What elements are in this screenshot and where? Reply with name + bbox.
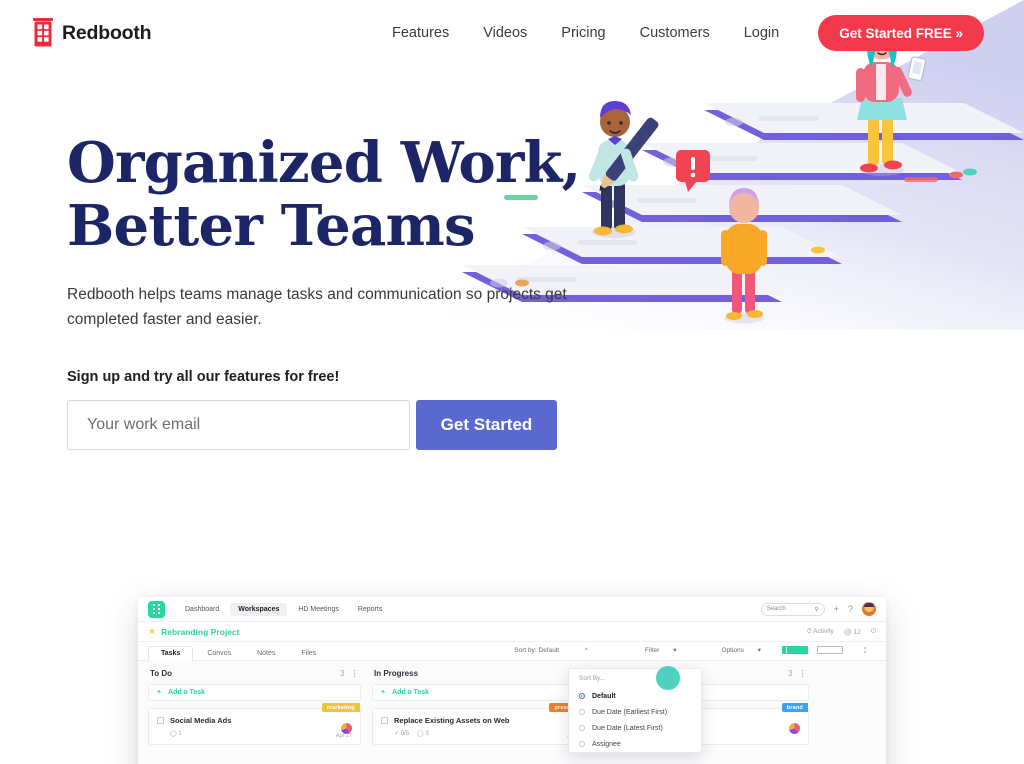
app-nav-hd-meetings[interactable]: HD Meetings — [290, 603, 346, 616]
search-icon: ⚲ — [814, 606, 819, 613]
headline-line-1: Organized Work, — [67, 130, 581, 196]
person-icon: ⚪ — [843, 628, 852, 636]
checklist-count: ✓ 0/5 — [394, 731, 410, 737]
sort-by-button[interactable]: Sort by: Default ^ — [490, 644, 612, 657]
add-task-button[interactable]: + Add a Task — [148, 684, 361, 701]
task-meta: ◯ 1 — [170, 730, 352, 737]
signup-prompt: Sign up and try all our features for fre… — [67, 369, 340, 386]
site-header: Redbooth Features Videos Pricing Custome… — [0, 0, 1024, 66]
comment-count: ◯ 3 — [417, 731, 429, 737]
comment-count: ◯ 1 — [170, 731, 182, 737]
app-nav-dashboard[interactable]: Dashboard — [177, 603, 227, 616]
radio-icon — [579, 709, 585, 715]
cursor-indicator — [656, 666, 680, 690]
task-title: Social Media Ads — [170, 716, 232, 725]
main-navigation: Features Videos Pricing Customers Login … — [375, 15, 984, 51]
app-screenshot-mockup: Dashboard Workspaces HD Meetings Reports… — [138, 597, 886, 764]
redbooth-app-icon — [148, 600, 165, 618]
column-menu-icon[interactable]: ⋮ — [351, 669, 360, 678]
task-title: Replace Existing Assets on Web — [394, 716, 510, 725]
email-field[interactable] — [67, 400, 410, 451]
column-title: To Do — [150, 669, 173, 678]
column-header: To Do 3 ⋮ — [148, 669, 361, 684]
get-started-button[interactable]: Get Started — [416, 400, 557, 451]
options-button[interactable]: Options ▾ — [698, 643, 773, 657]
nav-link-pricing[interactable]: Pricing — [544, 19, 622, 47]
plus-icon: + — [157, 689, 162, 696]
column-menu-icon[interactable]: ⋮ — [799, 669, 808, 678]
sort-option-due-latest[interactable]: Due Date (Latest First) — [569, 720, 701, 736]
board-toolbar: Sort by: Default ^ Filter ▾ Options ▾ — [490, 643, 876, 660]
tab-convos[interactable]: Convos — [195, 647, 243, 660]
app-project-bar: ★ Rebranding Project ⏱ Activity ⚪ 12 ⏻ — [138, 622, 886, 642]
tab-files[interactable]: Files — [289, 647, 328, 660]
star-icon[interactable]: ★ — [148, 626, 156, 637]
task-assignee-avatar[interactable] — [789, 723, 800, 734]
sort-by-dropdown: Sort By... Default Due Date (Earliest Fi… — [568, 668, 702, 753]
column-view-icon[interactable] — [817, 646, 843, 654]
board-column-in-progress: In Progress + Add a Task pressing Replac… — [372, 669, 585, 764]
tab-notes[interactable]: Notes — [245, 647, 287, 660]
filter-button[interactable]: Filter ▾ — [621, 643, 689, 657]
phone-booth-icon — [33, 18, 53, 48]
avatar[interactable] — [862, 602, 876, 616]
board-column-todo: To Do 3 ⋮ + Add a Task marketing Social … — [148, 669, 361, 764]
add-task-button[interactable]: + Add a Task — [372, 684, 585, 701]
list-view-icon[interactable] — [852, 646, 876, 654]
task-tag: marketing — [321, 703, 360, 712]
app-search-label: Search — [766, 606, 786, 612]
app-nav-reports[interactable]: Reports — [350, 603, 391, 616]
app-tabs: Tasks Convos Notes Files Sort by: Defaul… — [138, 642, 886, 661]
app-top-bar: Dashboard Workspaces HD Meetings Reports… — [138, 597, 886, 622]
task-checkbox[interactable] — [157, 717, 164, 724]
sort-option-assignee[interactable]: Assignee — [569, 736, 701, 752]
radio-icon — [579, 725, 585, 731]
app-nav: Dashboard Workspaces HD Meetings Reports — [177, 602, 391, 616]
app-nav-workspaces[interactable]: Workspaces — [230, 602, 288, 616]
activity-icon: ⏱ — [806, 627, 812, 635]
hero-section: Organized Work, Better Teams Redbooth he… — [67, 132, 627, 451]
nav-link-login[interactable]: Login — [727, 19, 796, 47]
landing-page: Redbooth Features Videos Pricing Custome… — [0, 0, 1024, 764]
app-top-bar-actions: Search ⚲ + ? — [760, 602, 876, 616]
headline-line-2: Better Teams — [67, 192, 475, 259]
sort-menu-title: Sort By... — [579, 675, 606, 682]
activity-label: ⏱ Activity — [806, 627, 834, 635]
plus-icon: + — [381, 689, 386, 696]
page-title: Organized Work, Better Teams — [67, 132, 627, 257]
task-board: To Do 3 ⋮ + Add a Task marketing Social … — [138, 661, 886, 764]
question-mark-icon[interactable]: ? — [848, 604, 853, 614]
board-view-icon[interactable] — [782, 646, 808, 654]
clock-icon[interactable]: ⏻ — [871, 628, 876, 636]
task-due-date: Apr 27 — [335, 733, 352, 739]
plus-icon[interactable]: + — [834, 604, 839, 614]
radio-icon — [579, 741, 585, 747]
sort-option-default[interactable]: Default — [569, 688, 701, 704]
radio-icon — [579, 693, 585, 699]
task-card[interactable]: marketing Social Media Ads ◯ 1 Apr 27 — [148, 703, 361, 745]
sort-option-due-earliest[interactable]: Due Date (Earliest First) — [569, 704, 701, 720]
task-checkbox[interactable] — [381, 717, 388, 724]
chevron-up-icon: ^ — [584, 646, 588, 654]
column-count: 3 — [340, 669, 345, 678]
column-title: In Progress — [374, 669, 419, 678]
nav-link-videos[interactable]: Videos — [466, 19, 544, 47]
tab-tasks[interactable]: Tasks — [148, 646, 194, 661]
hero-subheading: Redbooth helps teams manage tasks and co… — [67, 286, 567, 328]
nav-link-customers[interactable]: Customers — [623, 19, 727, 47]
get-started-free-button[interactable]: Get Started FREE » — [818, 15, 984, 51]
column-header: In Progress — [372, 669, 585, 684]
column-count: 3 — [788, 669, 793, 678]
project-meta: ⏱ Activity ⚪ 12 ⏻ — [807, 628, 876, 636]
project-title: Rebranding Project — [161, 626, 240, 637]
brand-logo-link[interactable]: Redbooth — [33, 18, 152, 48]
brand-name: Redbooth — [62, 21, 152, 44]
task-meta: ✓ 0/5 ◯ 3 — [394, 730, 576, 737]
signup-form: Get Started — [67, 400, 627, 451]
task-card[interactable]: pressing Replace Existing Assets on Web … — [372, 703, 585, 745]
nav-link-features[interactable]: Features — [375, 19, 466, 47]
app-search-input[interactable]: Search ⚲ — [760, 602, 825, 616]
task-tag: brand — [781, 703, 808, 712]
members-count: ⚪ 12 — [843, 628, 861, 636]
